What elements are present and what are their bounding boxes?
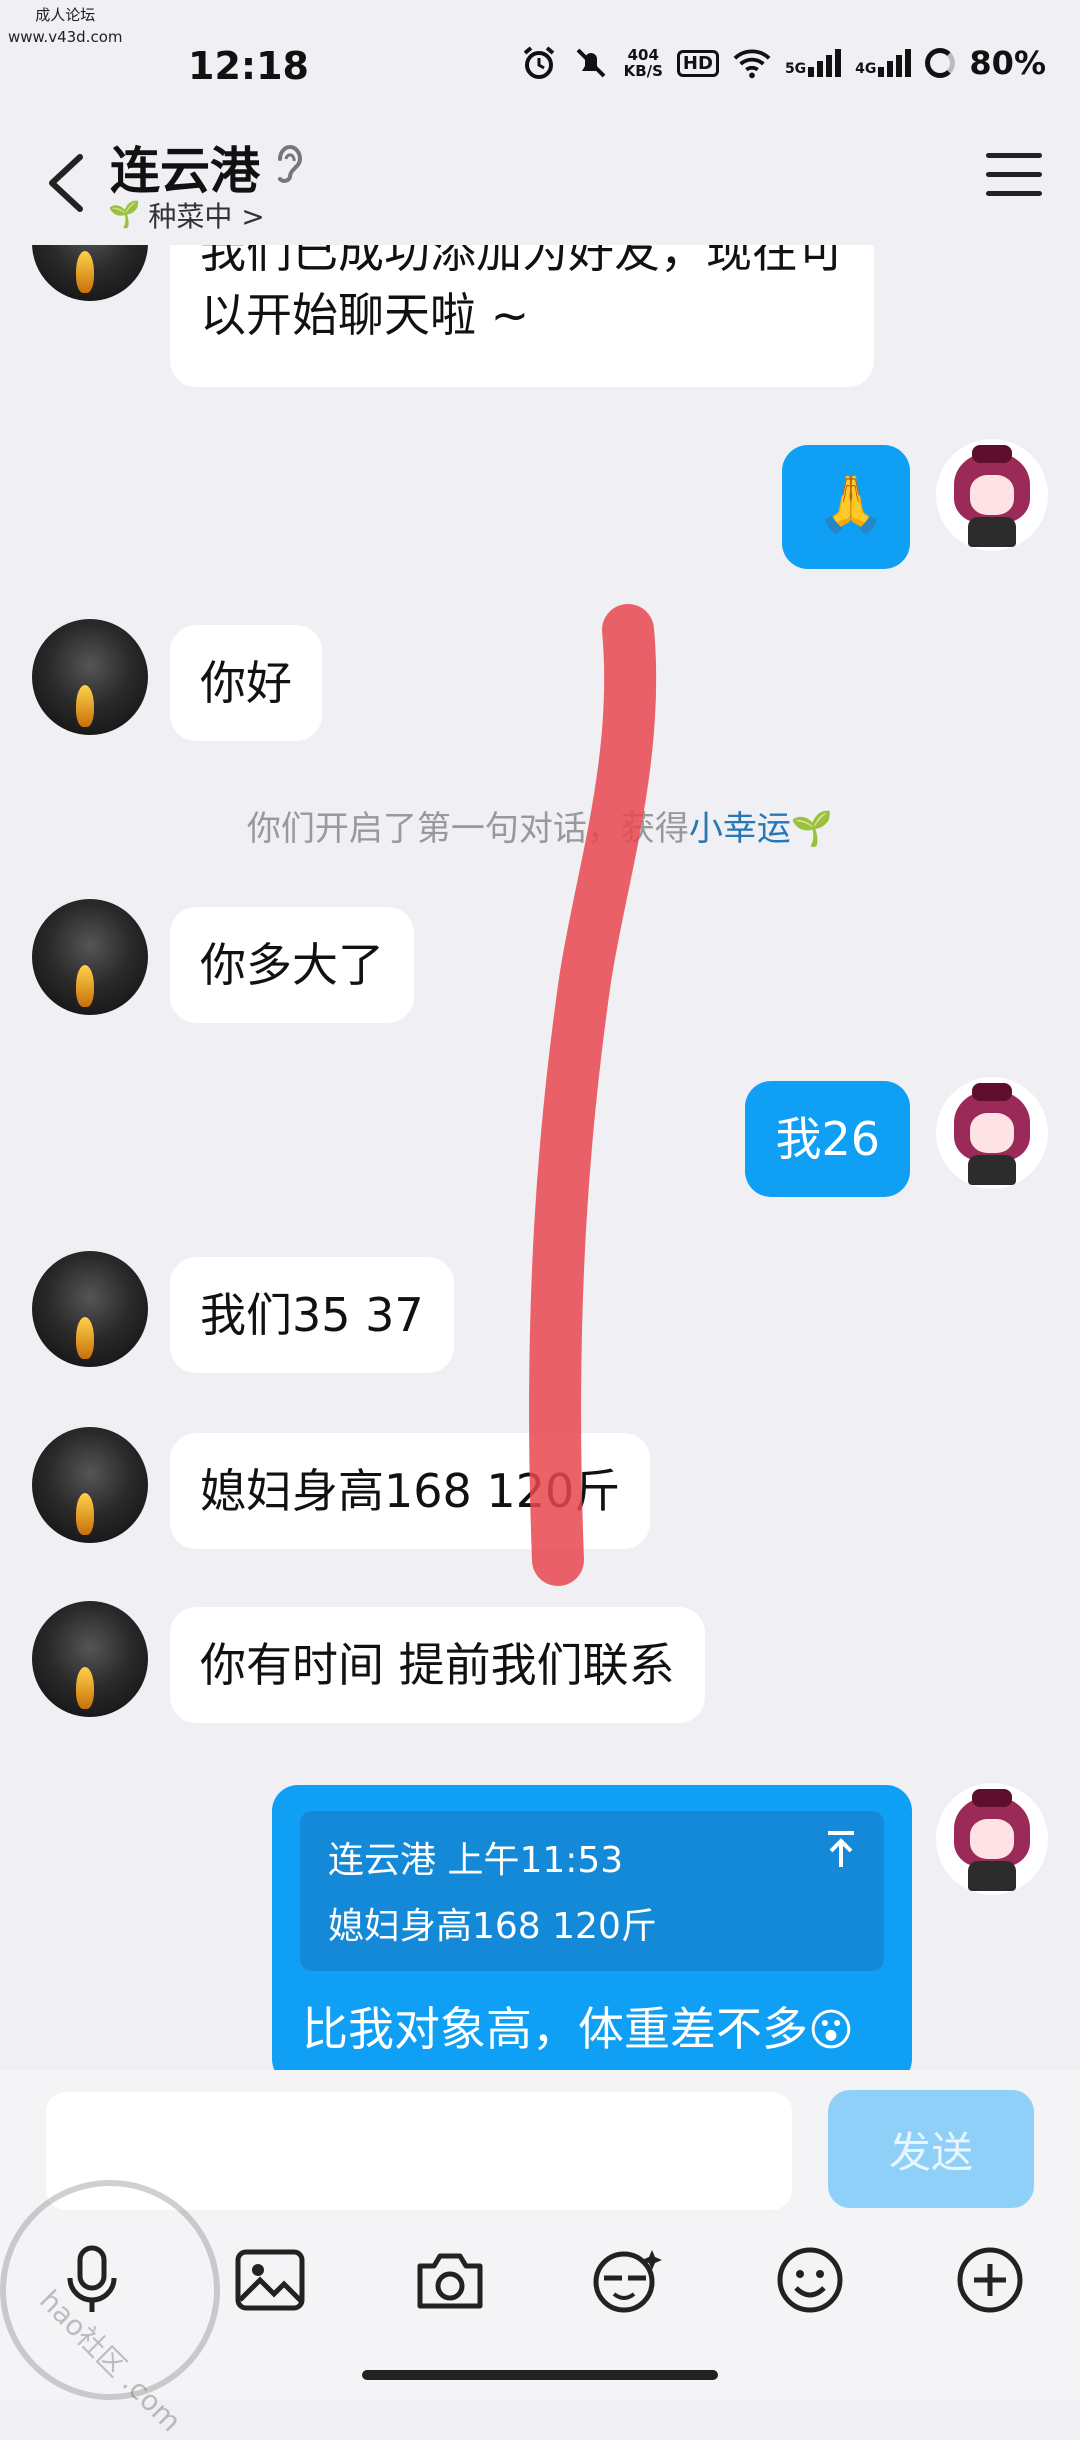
- message-text: 我26: [775, 1112, 880, 1166]
- network-speed: 404 KB/S: [624, 47, 663, 79]
- pray-emoji-icon: 🙏: [816, 472, 886, 537]
- signal-5g: 5G: [784, 49, 842, 77]
- message-text: 我们35 37: [200, 1288, 424, 1342]
- sprout-icon: 🌱: [108, 200, 141, 230]
- lucky-link[interactable]: 小幸运: [689, 809, 791, 849]
- contact-avatar[interactable]: [32, 245, 148, 301]
- message-bubble-incoming[interactable]: 媳妇身高168 120斤: [170, 1433, 651, 1549]
- emoji-button[interactable]: [770, 2240, 850, 2320]
- image-icon: [235, 2249, 305, 2311]
- chevron-left-icon: [49, 154, 83, 212]
- status-bar: 12:18 404 KB/S HD 5G 4G 80%: [0, 0, 1080, 125]
- menu-button[interactable]: [986, 153, 1042, 201]
- back-button[interactable]: [38, 143, 98, 223]
- message-bubble-incoming[interactable]: 我们35 37: [170, 1257, 454, 1373]
- quoted-text: 媳妇身高168 120斤: [328, 1906, 657, 1947]
- message-text: 比我对象高，体重差不多😮: [302, 1993, 854, 2059]
- message-bubble-incoming[interactable]: 你有时间 提前我们联系: [170, 1607, 705, 1723]
- message-text: 我们已成功添加为好友，现在可: [200, 245, 844, 278]
- chat-header: 连云港 🌱 种菜中 >: [0, 125, 1080, 245]
- contact-avatar[interactable]: [32, 1601, 148, 1717]
- message-bubble-outgoing[interactable]: 🙏: [782, 445, 910, 569]
- wifi-icon: [733, 44, 771, 82]
- message-list[interactable]: 我们已成功添加为好友，现在可 以开始聊天啦 ~ 🙏 你好 你们开启了第一句对话，…: [0, 245, 1080, 2070]
- camera-button[interactable]: [410, 2240, 490, 2320]
- home-indicator[interactable]: [362, 2370, 718, 2380]
- system-notice-text: 你们开启了第一句对话，获得: [246, 809, 689, 849]
- hd-badge: HD: [676, 49, 719, 77]
- contact-avatar[interactable]: [32, 1427, 148, 1543]
- netspeed-unit: KB/S: [623, 62, 663, 80]
- message-text: 你多大了: [200, 938, 384, 992]
- contact-name[interactable]: 连云港: [110, 131, 260, 203]
- alarm-icon: [520, 44, 558, 82]
- image-button[interactable]: [230, 2240, 310, 2320]
- contact-status-text: 种菜中 >: [148, 200, 265, 233]
- reply-text: 比我对象高，体重差不多: [302, 2002, 808, 2056]
- more-button[interactable]: [950, 2240, 1030, 2320]
- contact-status[interactable]: 🌱 种菜中 >: [108, 195, 265, 235]
- message-bubble-incoming[interactable]: 你好: [170, 625, 322, 741]
- message-bubble-outgoing-reply[interactable]: 连云港 上午11:53 媳妇身高168 120斤 比我对象高，体重差不多😮: [272, 1785, 912, 2070]
- contact-avatar[interactable]: [32, 619, 148, 735]
- sprout-icon: 🌱: [790, 809, 834, 849]
- message-bubble-outgoing[interactable]: 我26: [745, 1081, 910, 1197]
- signal-4g-label: 4G: [855, 61, 877, 77]
- signal-5g-label: 5G: [784, 61, 807, 77]
- contact-avatar[interactable]: [32, 1251, 148, 1367]
- status-icons: 404 KB/S HD 5G 4G 80%: [520, 44, 1046, 82]
- my-avatar[interactable]: [936, 439, 1048, 551]
- send-button[interactable]: 发送: [828, 2090, 1034, 2208]
- message-bubble-incoming[interactable]: 我们已成功添加为好友，现在可 以开始聊天啦 ~: [170, 245, 874, 387]
- message-text: 你好: [200, 656, 292, 710]
- emoji-icon: 😮: [808, 2005, 854, 2056]
- ear-icon[interactable]: [270, 139, 310, 189]
- camera-icon: [417, 2253, 483, 2309]
- message-text: 你有时间 提前我们联系: [200, 1638, 675, 1692]
- netspeed-value: 404: [627, 46, 659, 64]
- contact-avatar[interactable]: [32, 899, 148, 1015]
- sticker-icon: [593, 2250, 662, 2313]
- message-text: 以开始聊天啦 ~: [200, 288, 530, 342]
- menu-icon: [986, 153, 1042, 158]
- battery-icon: [925, 48, 956, 78]
- mute-bell-icon: [572, 44, 610, 82]
- smiley-icon: [777, 2247, 843, 2313]
- quoted-meta: 连云港 上午11:53: [328, 1840, 624, 1881]
- my-avatar[interactable]: [936, 1783, 1048, 1895]
- my-avatar[interactable]: [936, 1077, 1048, 1189]
- clock: 12:18: [188, 44, 309, 88]
- system-notice: 你们开启了第一句对话，获得小幸运🌱: [0, 801, 1080, 850]
- signal-4g: 4G: [855, 49, 912, 77]
- jump-to-quote-icon[interactable]: [824, 1829, 858, 1879]
- quoted-message[interactable]: 连云港 上午11:53 媳妇身高168 120斤: [300, 1811, 884, 1971]
- message-bubble-incoming[interactable]: 你多大了: [170, 907, 414, 1023]
- battery-percent: 80%: [969, 44, 1046, 82]
- message-text: 媳妇身高168 120斤: [200, 1464, 621, 1518]
- plus-circle-icon: [957, 2247, 1023, 2313]
- sticker-button[interactable]: [588, 2240, 668, 2320]
